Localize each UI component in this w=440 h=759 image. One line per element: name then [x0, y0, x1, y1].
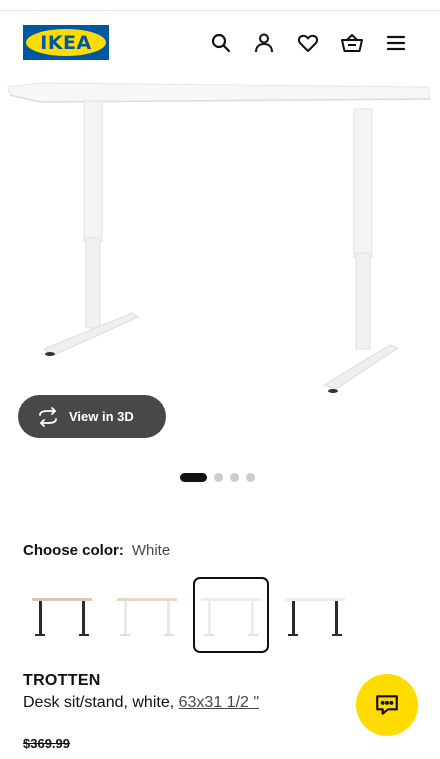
gallery-dot-2[interactable] [214, 473, 223, 482]
ikea-logo[interactable]: IKEA [23, 25, 109, 60]
rotate-icon [39, 406, 57, 427]
view-in-3d-button[interactable]: View in 3D [18, 395, 166, 438]
color-swatch-black-white[interactable] [277, 577, 353, 653]
logo-text: IKEA [40, 31, 92, 54]
color-selector-heading: Choose color: White [23, 542, 170, 559]
chat-icon [376, 695, 398, 715]
product-description-text: Desk sit/stand, white, [23, 694, 179, 711]
product-name: TROTTEN [23, 672, 101, 689]
gallery-dot-4[interactable] [246, 473, 255, 482]
account-icon[interactable] [250, 29, 278, 57]
color-swatch-white-beige[interactable] [109, 577, 185, 653]
site-header: IKEA [0, 11, 440, 73]
heart-icon[interactable] [294, 29, 322, 57]
gallery-dot-3[interactable] [230, 473, 239, 482]
color-swatch-beige[interactable] [24, 577, 100, 653]
menu-icon[interactable] [382, 29, 410, 57]
product-image[interactable] [0, 73, 440, 403]
product-description: Desk sit/stand, white, 63x31 1/2 " [23, 694, 259, 712]
search-icon[interactable] [207, 29, 235, 57]
color-label: Choose color: [23, 542, 124, 559]
basket-icon[interactable] [338, 29, 366, 57]
logo-oval: IKEA [26, 29, 106, 56]
gallery-pagination [180, 473, 255, 482]
old-price: $369.99 [23, 736, 70, 751]
chat-button[interactable] [356, 674, 418, 736]
view-in-3d-label: View in 3D [69, 409, 134, 424]
color-swatch-white[interactable] [193, 577, 269, 653]
product-size-link[interactable]: 63x31 1/2 " [179, 694, 259, 711]
gallery-dot-1[interactable] [180, 473, 207, 482]
color-value: White [131, 542, 171, 559]
